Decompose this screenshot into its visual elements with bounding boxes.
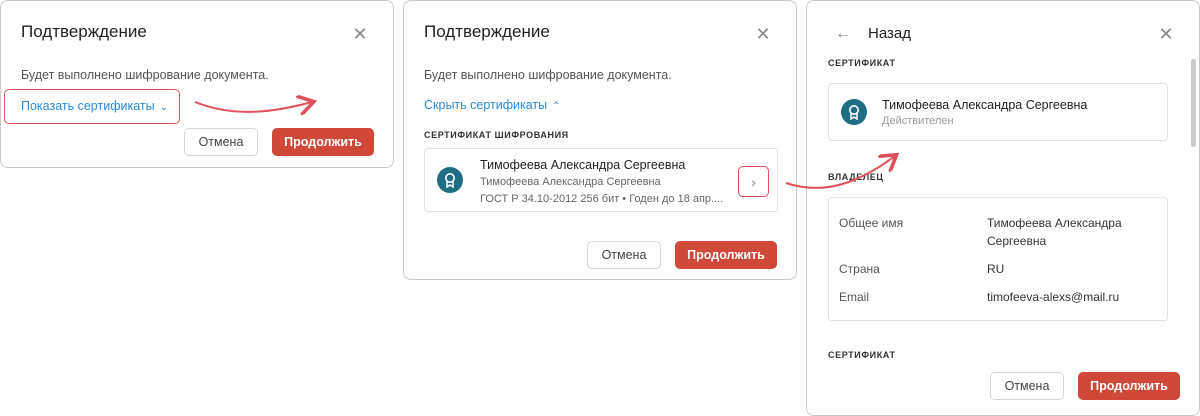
chevron-right-icon[interactable]: › — [738, 166, 769, 197]
common-name-label: Общее имя — [839, 216, 904, 230]
dialog-title: Подтверждение — [21, 22, 147, 41]
show-certificates-link[interactable]: Показать сертификаты ⌄ — [21, 99, 168, 113]
close-icon[interactable]: ✕ — [752, 23, 774, 45]
scrollbar[interactable] — [1191, 59, 1196, 147]
continue-button[interactable]: Продолжить — [675, 241, 777, 269]
dialog-message: Будет выполнено шифрование документа. — [21, 68, 269, 82]
certificate-card[interactable]: Тимофеева Александра Сергеевна Тимофеева… — [424, 148, 778, 212]
arrow-left-icon[interactable]: ← — [832, 23, 854, 45]
common-name-line1: Тимофеева Александра — [987, 216, 1122, 230]
certificate-name: Тимофеева Александра Сергеевна — [882, 98, 1088, 112]
chevron-down-icon: ⌄ — [159, 102, 168, 113]
cancel-button[interactable]: Отмена — [184, 128, 258, 156]
confirm-dialog-collapsed: Подтверждение ✕ Будет выполнено шифрован… — [0, 0, 394, 168]
chevron-up-icon: ⌃ — [552, 101, 561, 112]
dialog-message: Будет выполнено шифрование документа. — [424, 68, 672, 82]
email-value: timofeeva-alexs@mail.ru — [987, 290, 1120, 304]
close-icon[interactable]: ✕ — [1155, 23, 1177, 45]
certificate-badge-icon — [437, 167, 463, 193]
continue-button[interactable]: Продолжить — [1078, 372, 1180, 400]
certificate-details-dialog: ← Назад ✕ СЕРТИФИКАТ Тимофеева Александр… — [806, 0, 1200, 416]
country-value: RU — [987, 262, 1005, 276]
email-label: Email — [839, 290, 870, 304]
certificate-card: Тимофеева Александра Сергеевна Действите… — [828, 83, 1168, 141]
section-label-owner: ВЛАДЕЛЕЦ — [828, 172, 884, 182]
certificate-badge-icon — [841, 99, 867, 125]
confirm-dialog-expanded: Подтверждение ✕ Будет выполнено шифрован… — [403, 0, 797, 280]
section-label-encryption-certificate: СЕРТИФИКАТ ШИФРОВАНИЯ — [424, 130, 569, 140]
section-label-certificate-2: СЕРТИФИКАТ — [828, 350, 896, 360]
common-name-line2: Сергеевна — [987, 234, 1047, 248]
cancel-button[interactable]: Отмена — [990, 372, 1064, 400]
dialog-footer: Отмена Продолжить — [807, 369, 1199, 415]
owner-card: Общее имя Тимофеева Александра Сергеевна… — [828, 197, 1168, 321]
certificate-subject: Тимофеева Александра Сергеевна — [480, 176, 661, 188]
show-certificates-label: Показать сертификаты — [21, 99, 155, 113]
cancel-button[interactable]: Отмена — [587, 241, 661, 269]
certificate-name: Тимофеева Александра Сергеевна — [480, 158, 686, 172]
country-label: Страна — [839, 262, 880, 276]
certificate-details: ГОСТ Р 34.10-2012 256 бит • Годен до 18 … — [480, 193, 724, 205]
close-icon[interactable]: ✕ — [349, 23, 371, 45]
dialog-title: Подтверждение — [424, 22, 550, 41]
common-name-value: Тимофеева Александра Сергеевна — [987, 214, 1122, 250]
hide-certificates-label: Скрыть сертификаты — [424, 98, 548, 112]
back-label[interactable]: Назад — [868, 25, 911, 42]
section-label-certificate: СЕРТИФИКАТ — [828, 58, 896, 68]
continue-button[interactable]: Продолжить — [272, 128, 374, 156]
certificate-status: Действителен — [882, 115, 954, 127]
hide-certificates-link[interactable]: Скрыть сертификаты ⌃ — [424, 98, 561, 112]
